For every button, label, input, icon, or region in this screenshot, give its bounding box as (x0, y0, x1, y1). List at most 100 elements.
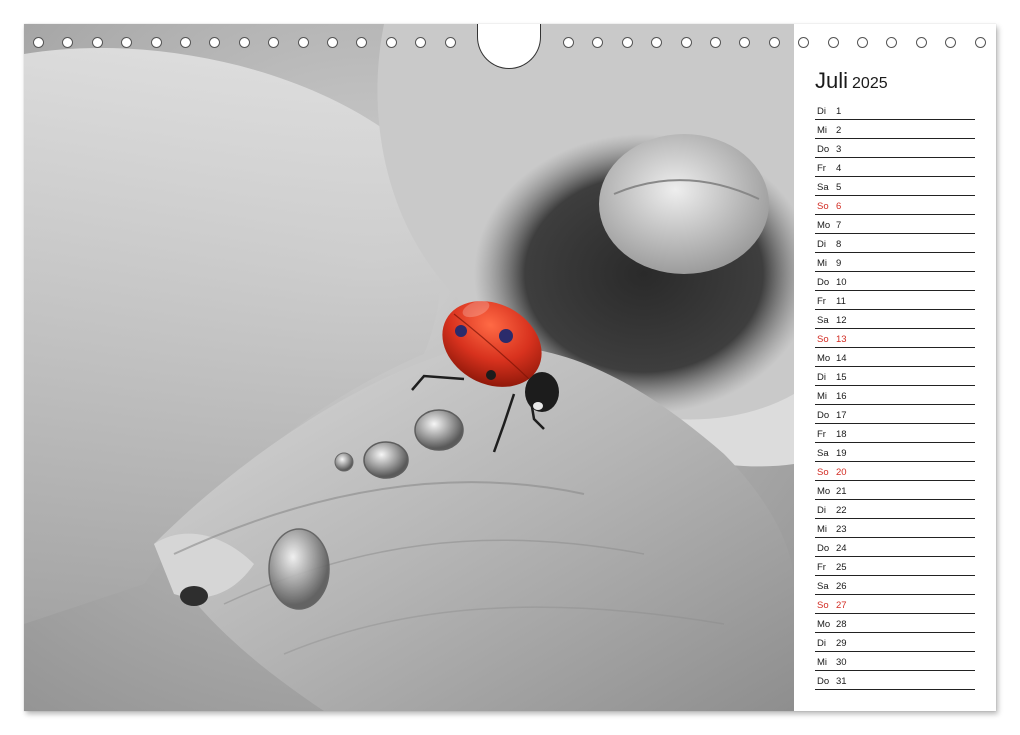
weekday-label: Sa (817, 315, 829, 326)
day-number: 22 (836, 505, 847, 516)
weekday-label: Mi (817, 258, 828, 269)
day-row: Di 22 (815, 500, 975, 519)
day-row: Di 15 (815, 367, 975, 386)
weekday-label: Mi (817, 125, 828, 136)
day-number: 23 (836, 524, 847, 535)
day-number: 11 (836, 296, 846, 307)
day-row: Mi 30 (815, 652, 975, 671)
day-number: 31 (836, 676, 847, 687)
binding-hole (238, 37, 250, 48)
day-row: Fr 11 (815, 291, 975, 310)
day-row: Fr 4 (815, 158, 975, 177)
weekday-label: Fr (817, 296, 826, 307)
day-row: Do 10 (815, 272, 975, 291)
weekday-label: Mi (817, 391, 828, 402)
binding-hole (180, 37, 191, 48)
day-number: 2 (836, 125, 842, 136)
day-number: 1 (836, 106, 842, 117)
binding-hole (563, 37, 574, 48)
binding-hole (62, 37, 74, 48)
binding-hole (385, 37, 397, 48)
weekday-label: Fr (817, 429, 826, 440)
day-number: 9 (836, 258, 842, 269)
binding-hole (680, 37, 692, 48)
day-number: 21 (836, 486, 847, 497)
binding-hole (827, 37, 839, 48)
day-row: Mi 9 (815, 253, 975, 272)
binding-hole (768, 37, 780, 48)
day-number: 16 (836, 391, 847, 402)
binding-hole (33, 37, 44, 48)
day-number: 4 (836, 163, 842, 174)
day-row: Do 24 (815, 538, 975, 557)
weekday-label: Do (817, 277, 830, 288)
binding-hole (857, 37, 868, 48)
day-number: 30 (836, 657, 847, 668)
day-number: 5 (836, 182, 842, 193)
day-row: So 20 (815, 462, 975, 481)
binding-hole (651, 37, 663, 48)
day-row: Mo 14 (815, 348, 975, 367)
month-name: Juli (815, 68, 849, 93)
day-row: So 6 (815, 196, 975, 215)
weekday-label: Di (817, 638, 826, 649)
day-row: Di 8 (815, 234, 975, 253)
day-number: 6 (836, 201, 842, 212)
binding-hole (297, 37, 309, 48)
day-number: 24 (836, 543, 847, 554)
day-number: 19 (836, 448, 847, 459)
weekday-label: Mi (817, 657, 828, 668)
spiral-binding (24, 24, 996, 69)
day-number: 12 (836, 315, 847, 326)
day-row: Fr 25 (815, 557, 975, 576)
day-number: 26 (836, 581, 847, 592)
calendar-page: Juli 2025 Di 1 Mi 2 Do 3 Fr 4 Sa 5 So 6 Mo 7 Di 8 Mi 9 Do 10… (24, 24, 996, 711)
day-row: Sa 5 (815, 177, 975, 196)
weekday-label: So (817, 334, 829, 345)
weekday-label: Sa (817, 182, 829, 193)
day-number: 13 (836, 334, 847, 345)
weekday-label: So (817, 201, 829, 212)
weekday-label: Mo (817, 220, 831, 231)
binding-hole (150, 37, 162, 48)
day-row: Mo 21 (815, 481, 975, 500)
day-row: Fr 18 (815, 424, 975, 443)
weekday-label: Di (817, 239, 826, 250)
weekday-label: Mo (817, 353, 831, 364)
binding-hole (974, 37, 986, 48)
weekday-label: Sa (817, 581, 829, 592)
weekday-label: Do (817, 543, 830, 554)
weekday-label: So (817, 600, 829, 611)
weekday-label: Mo (817, 486, 831, 497)
weekday-label: Do (817, 144, 830, 155)
day-row: Mi 16 (815, 386, 975, 405)
day-number: 15 (836, 372, 847, 383)
day-row: So 27 (815, 595, 975, 614)
weekday-label: Mo (817, 619, 831, 630)
year: 2025 (852, 75, 888, 92)
month-title: Juli 2025 (815, 68, 888, 94)
weekday-label: Do (817, 410, 830, 421)
day-number: 27 (836, 600, 847, 611)
day-number: 10 (836, 277, 847, 288)
weekday-label: Fr (817, 562, 826, 573)
weekday-label: Di (817, 505, 826, 516)
binding-hole (444, 37, 456, 48)
day-number: 14 (836, 353, 847, 364)
day-row: Mi 23 (815, 519, 975, 538)
day-row: So 13 (815, 329, 975, 348)
binding-hole (327, 37, 338, 48)
day-row: Sa 19 (815, 443, 975, 462)
binding-hole (415, 37, 427, 48)
day-number: 20 (836, 467, 847, 478)
binding-hole (91, 37, 103, 48)
day-number: 8 (836, 239, 842, 250)
weekday-label: Mi (817, 524, 828, 535)
day-row: Di 1 (815, 101, 975, 120)
day-list: Di 1 Mi 2 Do 3 Fr 4 Sa 5 So 6 Mo 7 Di 8 Mi 9 Do 10 Fr 11 Sa 12 S… (815, 101, 975, 690)
day-row: Mo 28 (815, 614, 975, 633)
binding-hole (121, 37, 133, 48)
binding-hole (710, 37, 721, 48)
binding-hole (798, 37, 810, 48)
binding-hole (209, 37, 221, 48)
